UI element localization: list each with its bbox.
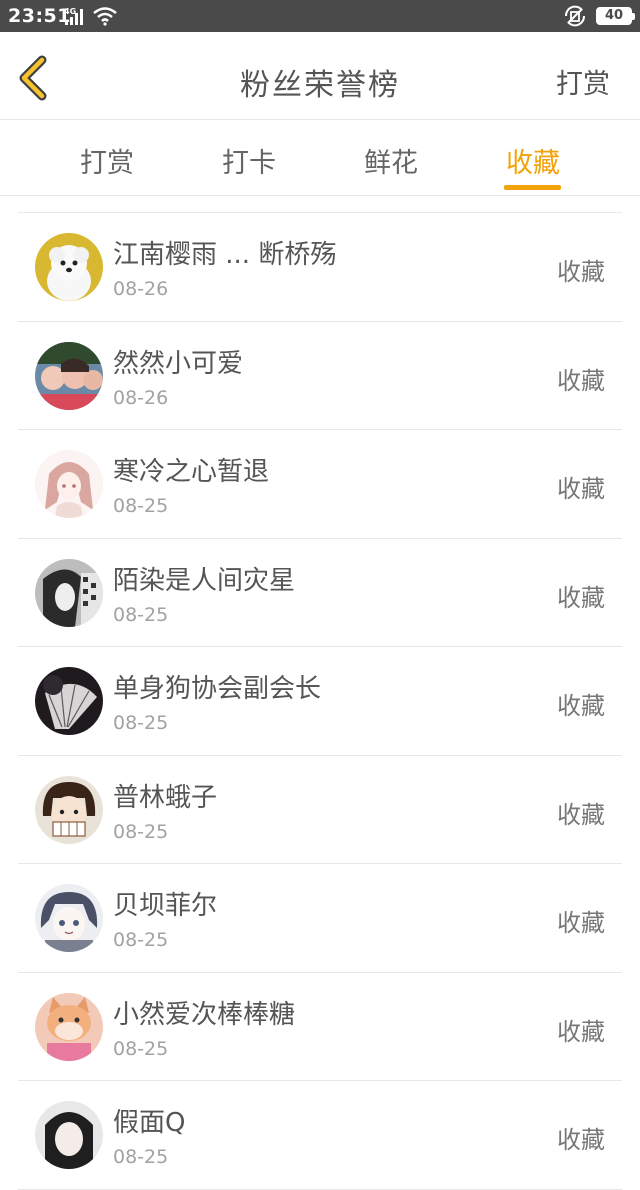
list-item[interactable]: 然然小可爱 08-26 收藏 [18,322,622,430]
page-title: 粉丝荣誉榜 [240,68,400,103]
fan-date: 08-25 [113,495,169,517]
dog-avatar [35,233,103,301]
fan-name: 贝坝菲尔 [113,891,218,921]
fan-date: 08-26 [113,278,169,300]
network-type-label: 4G [64,7,76,16]
manga-girl-avatar [35,558,103,627]
favorite-label: 收藏 [557,258,605,286]
favorite-label: 收藏 [557,1017,605,1046]
cat-avatar [35,992,103,1061]
nav-bar: 粉丝荣誉榜 打赏 [0,32,640,120]
anime-girl-sketch-avatar [35,450,103,518]
fan-name: 然然小可爱 [113,348,244,379]
list-item[interactable]: 寒冷之心暂退 08-25 收藏 [18,430,622,539]
active-tab-indicator [504,185,561,190]
favorite-label: 收藏 [557,909,605,937]
fan-name: 假面Q [113,1108,186,1138]
list-item[interactable]: 贝坝菲尔 08-25 收藏 [18,864,622,973]
tab-checkin[interactable]: 打卡 [194,141,304,180]
rotation-lock-icon [562,5,588,31]
dark-hair-girl-avatar [35,1101,103,1169]
list-item[interactable]: 假面Q 08-25 收藏 [18,1081,622,1190]
list-item[interactable]: 普林蛾子 08-25 收藏 [18,756,622,864]
fan-name: 单身狗协会副会长 [113,674,322,704]
status-bar: 23:51 4G 40 [0,0,640,32]
fan-date: 08-25 [113,1146,169,1168]
fan-list: 江南樱雨 ... 断桥殇 08-26 收藏 然然小可爱 08-26 收藏 寒冷之… [18,212,622,1190]
favorite-label: 收藏 [557,475,605,503]
list-item[interactable]: 小然爱次棒棒糖 08-25 收藏 [18,973,622,1081]
reward-button[interactable]: 打赏 [556,62,610,101]
status-time: 23:51 [8,5,71,27]
fan-name: 江南樱雨 ... 断桥殇 [113,240,337,270]
favorite-label: 收藏 [557,692,605,720]
list-item[interactable]: 江南樱雨 ... 断桥殇 08-26 收藏 [18,213,622,322]
tab-flowers[interactable]: 鲜花 [336,141,446,180]
fan-date: 08-25 [113,820,169,843]
favorite-label: 收藏 [557,366,605,395]
favorite-label: 收藏 [557,583,605,612]
fan-date: 08-25 [113,603,169,626]
kids-avatar [35,341,103,410]
fan-avatar [35,667,103,735]
fan-name: 普林蛾子 [113,782,218,813]
favorite-label: 收藏 [557,800,605,829]
fan-date: 08-25 [113,712,169,734]
list-item[interactable]: 陌染是人间灾星 08-25 收藏 [18,539,622,647]
wifi-icon [92,6,118,30]
fan-date: 08-25 [113,929,169,951]
fan-date: 08-25 [113,1037,169,1060]
list-item[interactable]: 单身狗协会副会长 08-25 收藏 [18,647,622,756]
fan-date: 08-26 [113,386,169,409]
cartoon-girl-avatar [35,775,103,844]
fan-name: 寒冷之心暂退 [113,457,270,487]
tab-reward[interactable]: 打赏 [52,141,162,180]
battery-indicator: 40 [596,7,635,25]
anime-boy-avatar [35,884,103,952]
fan-name: 小然爱次棒棒糖 [113,999,296,1030]
tab-favorites[interactable]: 收藏 [478,141,588,180]
fan-name: 陌染是人间灾星 [113,565,296,596]
cell-signal-icon: 4G [64,6,88,30]
